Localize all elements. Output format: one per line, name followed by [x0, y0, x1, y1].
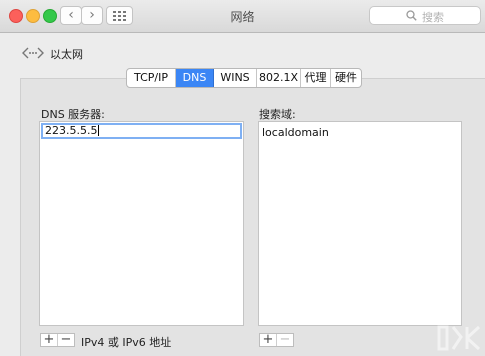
- search-domain-buttons: + −: [259, 333, 294, 347]
- tab-proxies[interactable]: 代理: [301, 69, 331, 87]
- search-domains-list[interactable]: localdomain: [258, 121, 462, 326]
- search-domain-entry[interactable]: localdomain: [262, 126, 329, 139]
- search-field[interactable]: 搜索: [369, 6, 481, 25]
- network-preferences-window: ‹ › 网络 搜索 以太网 TCP/IP DNS WINS 802.1X 代理 …: [0, 0, 485, 356]
- dns-buttons: + −: [40, 333, 75, 347]
- remove-dns-server-button[interactable]: −: [58, 333, 74, 346]
- tab-bar: TCP/IP DNS WINS 802.1X 代理 硬件: [126, 68, 362, 88]
- dns-server-entry[interactable]: 223.5.5.5: [41, 123, 242, 139]
- title-bar: ‹ › 网络 搜索: [0, 0, 485, 33]
- search-icon: [406, 10, 417, 21]
- remove-search-domain-button[interactable]: −: [277, 333, 293, 346]
- tab-wins[interactable]: WINS: [214, 69, 257, 87]
- add-dns-server-button[interactable]: +: [41, 333, 58, 346]
- dns-servers-label: DNS 服务器:: [41, 108, 105, 121]
- search-placeholder: 搜索: [422, 11, 444, 24]
- tab-tcpip[interactable]: TCP/IP: [127, 69, 176, 87]
- text-caret: [98, 125, 100, 136]
- dns-server-value: 223.5.5.5: [45, 124, 98, 137]
- back-to-network-icon[interactable]: [22, 46, 44, 60]
- tab-8021x[interactable]: 802.1X: [257, 69, 301, 87]
- search-domains-label: 搜索域:: [259, 108, 296, 121]
- add-search-domain-button[interactable]: +: [260, 333, 277, 346]
- tab-hardware[interactable]: 硬件: [331, 69, 361, 87]
- dns-servers-list[interactable]: 223.5.5.5: [39, 121, 244, 326]
- interface-name: 以太网: [50, 48, 83, 61]
- watermark-logo: [437, 325, 481, 351]
- address-type-note: IPv4 或 IPv6 地址: [81, 336, 172, 349]
- tab-dns[interactable]: DNS: [176, 69, 214, 87]
